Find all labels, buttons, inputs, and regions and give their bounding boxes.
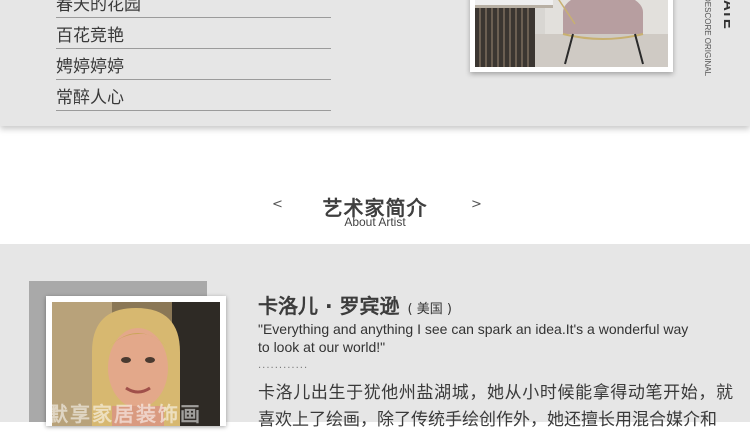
dotted-divider: ............ bbox=[258, 360, 309, 371]
brand-logo-text: ATE bbox=[720, 0, 730, 29]
section-subtitle: About Artist bbox=[344, 215, 406, 229]
theme-item-spring-garden[interactable]: 春天的花园 bbox=[56, 0, 331, 18]
vertical-brand-text: ATE DESCORE ORIGINAL bbox=[703, 0, 737, 77]
theme-item-flowers[interactable]: 百花竞艳 bbox=[56, 19, 331, 49]
chair-room-photo bbox=[475, 0, 668, 67]
watermark-text: 默享家居装饰画 bbox=[48, 402, 202, 426]
theme-item-graceful[interactable]: 娉婷婷婷 bbox=[56, 50, 331, 80]
theme-item-charming[interactable]: 常醉人心 bbox=[56, 81, 331, 111]
chair-illustration bbox=[475, 0, 668, 67]
artist-bio: 卡洛儿出生于犹他州盐湖城，她从小时候能拿得动笔开始，就喜欢上了绘画，除了传统手绘… bbox=[258, 383, 733, 430]
section-header: < 艺术家简介 About Artist > bbox=[0, 190, 750, 230]
artist-name-text: 卡洛儿 · 罗宾逊 bbox=[258, 294, 400, 318]
next-arrow[interactable]: > bbox=[471, 197, 482, 212]
top-panel: 春天的花园 百花竞艳 娉婷婷婷 常醉人心 ATE DESCORE ORIGINA… bbox=[0, 0, 750, 126]
theme-list: 春天的花园 百花竞艳 娉婷婷婷 常醉人心 bbox=[56, 0, 331, 112]
artist-quote: "Everything and anything I see can spark… bbox=[258, 321, 689, 355]
brand-sub-text: DESCORE ORIGINAL bbox=[703, 0, 712, 77]
product-photo-frame bbox=[470, 0, 673, 72]
artist-name: 卡洛儿 · 罗宾逊 ( 美国 ) bbox=[258, 290, 452, 319]
artist-panel: 默享家居装饰画 卡洛儿 · 罗宾逊 ( 美国 ) "Everything and … bbox=[0, 244, 750, 430]
vertical-brand: ATE DESCORE ORIGINAL bbox=[700, 0, 737, 96]
artist-country: ( 美国 ) bbox=[407, 302, 452, 317]
